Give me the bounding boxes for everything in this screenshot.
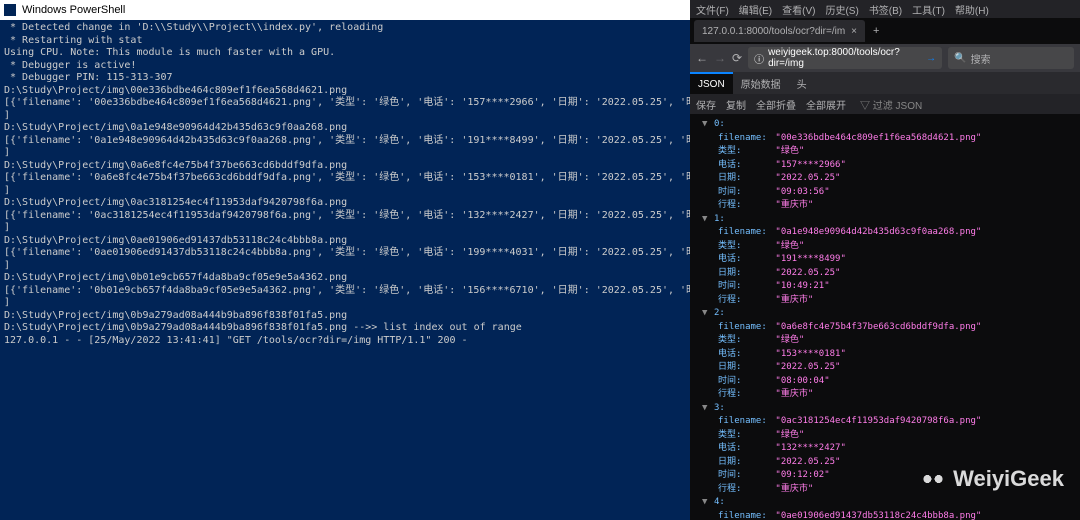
json-property[interactable]: 日期: "2022.05.25" (696, 267, 1074, 281)
terminal-line: * Debugger is active! (4, 60, 686, 73)
json-property[interactable]: 时间: "10:49:21" (696, 280, 1074, 294)
json-property[interactable]: 行程: "重庆市" (696, 294, 1074, 308)
menu-item[interactable]: 查看(V) (782, 2, 815, 17)
terminal-line: ] (4, 297, 686, 310)
search-icon: 🔍 (954, 53, 966, 64)
nav-toolbar: ← → ⟳ ⓘ weiyigeek.top:8000/tools/ocr?dir… (690, 44, 1080, 72)
tab-headers[interactable]: 头 (789, 72, 815, 94)
terminal-line: [{'filename': '0b01e9cb657f4da8ba9cf05e9… (4, 285, 686, 298)
json-property[interactable]: filename: "0ae01906ed91437db53118c24c4bb… (696, 510, 1074, 520)
json-property[interactable]: 日期: "2022.05.25" (696, 361, 1074, 375)
terminal-line: D:\Study\Project/img\0a1e948e90964d42b43… (4, 122, 686, 135)
tab-raw[interactable]: 原始数据 (733, 72, 789, 94)
terminal-line: D:\Study\Project/img\0ac3181254ec4f11953… (4, 197, 686, 210)
tab-title: 127.0.0.1:8000/tools/ocr?dir=/im (702, 26, 845, 37)
json-property[interactable]: 电话: "191****8499" (696, 253, 1074, 267)
browser-tab[interactable]: 127.0.0.1:8000/tools/ocr?dir=/im × (694, 20, 865, 42)
url-bar[interactable]: ⓘ weiyigeek.top:8000/tools/ocr?dir=/img … (748, 47, 942, 69)
json-property[interactable]: 时间: "09:03:56" (696, 186, 1074, 200)
tab-json[interactable]: JSON (690, 72, 733, 94)
menu-item[interactable]: 编辑(E) (739, 2, 772, 17)
menu-item[interactable]: 工具(T) (912, 2, 945, 17)
terminal-line: D:\Study\Project/img\0ae01906ed91437db53… (4, 235, 686, 248)
terminal-line: ] (4, 185, 686, 198)
devtools-tabs: JSON 原始数据 头 (690, 72, 1080, 94)
copy-button[interactable]: 复制 (726, 97, 746, 112)
json-array-item[interactable]: ▼1: (696, 213, 1074, 227)
json-property[interactable]: filename: "0ac3181254ec4f11953daf9420798… (696, 415, 1074, 429)
json-property[interactable]: 类型: "绿色" (696, 145, 1074, 159)
url-text: weiyigeek.top:8000/tools/ocr?dir=/img (768, 47, 922, 69)
terminal-line: 127.0.0.1 - - [25/May/2022 13:41:41] "GE… (4, 335, 686, 348)
watermark: WeiyiGeek (919, 466, 1064, 492)
json-property[interactable]: filename: "0a6e8fc4e75b4f37be663cd6bddf9… (696, 321, 1074, 335)
menu-item[interactable]: 文件(F) (696, 2, 729, 17)
json-property[interactable]: filename: "00e336bdbe464c809ef1f6ea568d4… (696, 132, 1074, 146)
json-array-item[interactable]: ▼3: (696, 402, 1074, 416)
reload-button[interactable]: ⟳ (732, 51, 742, 65)
json-property[interactable]: filename: "0a1e948e90964d42b435d63c9f0aa… (696, 226, 1074, 240)
close-icon[interactable]: × (851, 26, 857, 37)
json-property[interactable]: 日期: "2022.05.25" (696, 172, 1074, 186)
tab-strip: 127.0.0.1:8000/tools/ocr?dir=/im × + (690, 18, 1080, 44)
menu-bar[interactable]: 文件(F) 编辑(E) 查看(V) 历史(S) 书签(B) 工具(T) 帮助(H) (690, 0, 1080, 18)
json-property[interactable]: 类型: "绿色" (696, 429, 1074, 443)
wechat-icon (919, 467, 947, 491)
save-button[interactable]: 保存 (696, 97, 716, 112)
menu-item[interactable]: 历史(S) (825, 2, 858, 17)
terminal-line: Using CPU. Note: This module is much fas… (4, 47, 686, 60)
new-tab-button[interactable]: + (865, 25, 887, 37)
go-icon[interactable]: → (926, 53, 936, 64)
powershell-icon (4, 4, 16, 16)
collapse-all-button[interactable]: 全部折叠 (756, 97, 796, 112)
search-box[interactable]: 🔍 搜索 (948, 47, 1074, 69)
title-bar[interactable]: Windows PowerShell (0, 0, 690, 20)
terminal-line: [{'filename': '0a1e948e90964d42b435d63c9… (4, 135, 686, 148)
filter-input[interactable]: ▽ 过滤 JSON (860, 97, 922, 112)
lock-icon: ⓘ (754, 51, 764, 66)
json-viewer[interactable]: ▼0:filename: "00e336bdbe464c809ef1f6ea56… (690, 114, 1080, 520)
menu-item[interactable]: 帮助(H) (955, 2, 989, 17)
terminal-line: ] (4, 110, 686, 123)
terminal-line: D:\Study\Project/img\0b01e9cb657f4da8ba9… (4, 272, 686, 285)
terminal-line: [{'filename': '0ae01906ed91437db53118c24… (4, 247, 686, 260)
terminal-line: [{'filename': '00e336bdbe464c809ef1f6ea5… (4, 97, 686, 110)
menu-item[interactable]: 书签(B) (869, 2, 902, 17)
json-property[interactable]: 电话: "153****0181" (696, 348, 1074, 362)
terminal-line: * Restarting with stat (4, 35, 686, 48)
json-property[interactable]: 时间: "08:00:04" (696, 375, 1074, 389)
json-array-item[interactable]: ▼2: (696, 307, 1074, 321)
expand-all-button[interactable]: 全部展开 (806, 97, 846, 112)
json-property[interactable]: 类型: "绿色" (696, 334, 1074, 348)
browser-window: 文件(F) 编辑(E) 查看(V) 历史(S) 书签(B) 工具(T) 帮助(H) 127.… (690, 0, 1080, 520)
terminal-output[interactable]: * Detected change in 'D:\\Study\\Project… (0, 20, 690, 520)
terminal-line: ] (4, 260, 686, 273)
json-property[interactable]: 电话: "132****2427" (696, 442, 1074, 456)
terminal-line: [{'filename': '0a6e8fc4e75b4f37be663cd6b… (4, 172, 686, 185)
json-toolbar: 保存 复制 全部折叠 全部展开 ▽ 过滤 JSON (690, 94, 1080, 114)
json-property[interactable]: 类型: "绿色" (696, 240, 1074, 254)
json-array-item[interactable]: ▼0: (696, 118, 1074, 132)
terminal-line: D:\Study\Project/img\0b9a279ad08a444b9ba… (4, 322, 686, 335)
terminal-line: D:\Study\Project/img\0a6e8fc4e75b4f37be6… (4, 160, 686, 173)
terminal-line: * Detected change in 'D:\\Study\\Project… (4, 22, 686, 35)
search-placeholder: 搜索 (971, 51, 991, 66)
terminal-line: D:\Study\Project/img\00e336bdbe464c809ef… (4, 85, 686, 98)
forward-button: → (714, 51, 726, 65)
terminal-line: * Debugger PIN: 115-313-307 (4, 72, 686, 85)
terminal-window: Windows PowerShell * Detected change in … (0, 0, 690, 520)
json-array-item[interactable]: ▼4: (696, 496, 1074, 510)
watermark-text: WeiyiGeek (953, 466, 1064, 492)
terminal-line: ] (4, 222, 686, 235)
json-property[interactable]: 行程: "重庆市" (696, 199, 1074, 213)
back-button[interactable]: ← (696, 51, 708, 65)
json-property[interactable]: 电话: "157****2966" (696, 159, 1074, 173)
window-title: Windows PowerShell (22, 4, 125, 16)
json-property[interactable]: 行程: "重庆市" (696, 388, 1074, 402)
terminal-line: [{'filename': '0ac3181254ec4f11953daf942… (4, 210, 686, 223)
terminal-line: D:\Study\Project/img\0b9a279ad08a444b9ba… (4, 310, 686, 323)
terminal-line: ] (4, 147, 686, 160)
